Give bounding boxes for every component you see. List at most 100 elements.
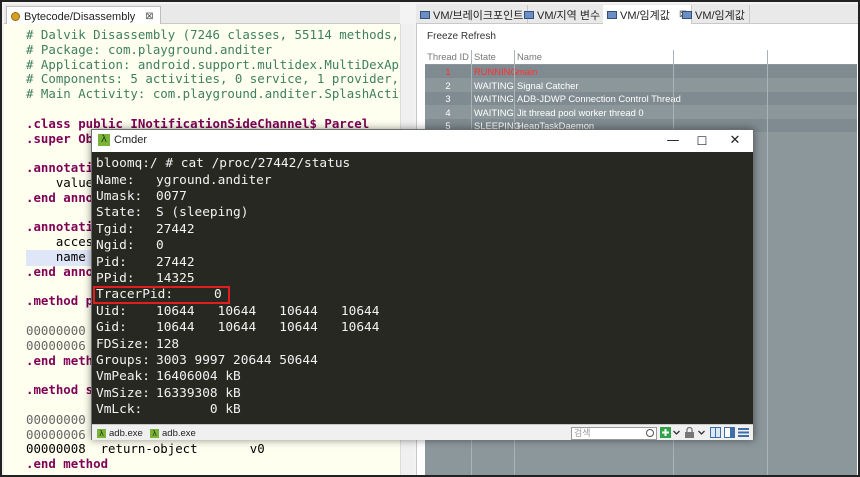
code-line: .end annot	[26, 189, 101, 205]
header-thread-id[interactable]: Thread ID	[425, 50, 471, 63]
window-title: Cmder	[114, 134, 148, 146]
window-layout-icon[interactable]	[724, 427, 735, 438]
code-line: name =	[26, 249, 101, 264]
split-view-icon[interactable]	[710, 427, 721, 438]
status-field-value: 0 kB	[156, 402, 241, 418]
vm-icon	[607, 10, 617, 19]
close-button[interactable]: ✕	[723, 133, 747, 149]
console-tab-2[interactable]: λ adb.exe	[150, 426, 196, 440]
status-field-key: PPid:	[96, 270, 135, 286]
status-field-key: Groups:	[96, 352, 150, 368]
status-field-value: 27442	[156, 254, 195, 270]
code-line: 00000000	[26, 411, 86, 427]
status-field-key: Uid:	[96, 303, 127, 319]
code-line: .end metho	[26, 352, 101, 368]
code-line: 00000008 return-object v0	[26, 441, 265, 457]
status-field-value: S (sleeping)	[156, 205, 249, 221]
code-line: # Main Activity: com.playground.anditer.…	[26, 86, 400, 102]
code-line: # Application: android.support.multidex.…	[26, 56, 400, 72]
code-line: .method st	[26, 382, 101, 398]
tab-label: VM/임계값	[695, 9, 745, 22]
code-line: 00000006	[26, 426, 86, 442]
status-field-value: 10644 10644 10644 10644	[156, 320, 380, 336]
status-field-value: yground.anditer	[156, 172, 272, 188]
terminal-console[interactable]: bloomq:/ # cat /proc/27442/status Name: y…	[92, 152, 753, 424]
status-field-value: 0077	[156, 188, 187, 204]
code-line: .end method	[26, 456, 109, 472]
header-name[interactable]: Name	[517, 50, 542, 63]
status-field-key: State:	[96, 205, 143, 221]
thread-state-cell: RUNNING	[474, 66, 518, 77]
thread-row[interactable]: 1 RUNNING main	[425, 65, 857, 78]
column-divider	[767, 50, 768, 475]
thread-row[interactable]: 4 WAITING Jit thread pool worker thread 0	[425, 106, 857, 119]
console-tab-label: adb.exe	[109, 427, 143, 439]
thread-id-cell: 4	[445, 106, 451, 118]
status-field-key: Ngid:	[96, 238, 135, 254]
thread-id-cell: 2	[445, 79, 451, 91]
new-console-icon[interactable]	[660, 427, 671, 438]
tab-label: VM/지역 변수	[537, 9, 601, 22]
thread-state-cell: WAITING	[474, 93, 514, 104]
tab-vm-breakpoints[interactable]: VM/브레이크포인트	[416, 5, 529, 24]
thread-name-cell: Jit thread pool worker thread 0	[517, 106, 644, 118]
status-field-key: Name:	[96, 172, 135, 188]
cmder-title-bar[interactable]: λ Cmder — ☐ ✕	[92, 130, 753, 152]
tab-label: VM/임계값	[620, 9, 670, 22]
code-line: # Components: 5 activities, 0 service, 1…	[26, 71, 400, 87]
vm-icon	[420, 10, 430, 19]
status-field-value: 14325	[156, 270, 195, 286]
tab-label: VM/브레이크포인트	[433, 9, 524, 22]
status-field-value: 0	[156, 238, 164, 254]
screenshot-frame: Bytecode/Disassembly ⊠ # Dalvik Disassem…	[0, 0, 860, 477]
lock-icon[interactable]	[684, 427, 695, 438]
menu-icon[interactable]	[738, 427, 749, 438]
status-field-key: Tgid:	[96, 221, 135, 237]
vm-tab-bar: VM/브레이크포인트 VM/지역 변수 VM/임계값 ⊠ VM/임계값	[416, 4, 858, 24]
cmder-lambda-icon: λ	[97, 428, 106, 438]
thread-row[interactable]: 2 WAITING Signal Catcher	[425, 79, 857, 92]
search-icon[interactable]	[646, 429, 654, 437]
code-line: # Package: com.playground.anditer	[26, 41, 273, 57]
code-line: .method pu	[26, 293, 101, 309]
maximize-button[interactable]: ☐	[690, 133, 714, 149]
disassembly-icon	[11, 12, 20, 21]
thread-state-cell: WAITING	[474, 79, 514, 91]
tab-label: Bytecode/Disassembly	[24, 10, 136, 23]
tab-vm-threads[interactable]: VM/임계값	[678, 5, 750, 24]
code-line: .end annot	[26, 263, 101, 279]
code-line: access	[26, 234, 101, 250]
status-field-key: VmPeak:	[96, 369, 150, 385]
thread-row[interactable]: 3 WAITING ADB-JDWP Connection Control Thre…	[425, 92, 857, 105]
header-state[interactable]: State	[474, 50, 496, 63]
console-tab-label: adb.exe	[162, 427, 196, 439]
code-line: .annotatio	[26, 219, 101, 235]
status-field-value: 27442	[156, 221, 195, 237]
status-field-key: VmSize:	[96, 385, 150, 401]
vm-icon	[524, 10, 534, 19]
cmder-window[interactable]: λ Cmder — ☐ ✕ bloomq:/ # cat /proc/27442…	[91, 129, 754, 440]
status-field-value: 3003 9997 20644 50644	[156, 352, 318, 368]
chevron-down-icon[interactable]	[673, 427, 680, 438]
status-field-key: VmLck:	[96, 402, 143, 418]
search-input[interactable]: 검색	[571, 427, 657, 440]
code-line: value	[26, 175, 94, 190]
thread-state-cell: WAITING	[474, 106, 514, 118]
status-field-key: Gid:	[96, 320, 127, 336]
threads-toolbar[interactable]: Freeze Refresh	[427, 31, 496, 42]
tab-bytecode-disassembly[interactable]: Bytecode/Disassembly ⊠	[6, 6, 161, 24]
status-field-value: 10644 10644 10644 10644	[156, 303, 380, 319]
code-line: # Dalvik Disassembly (7246 classes, 5511…	[26, 27, 400, 42]
minimize-button[interactable]: —	[661, 133, 685, 149]
tab-vm-local-variables[interactable]: VM/지역 변수	[520, 5, 606, 24]
code-line: .super Obj	[26, 130, 101, 146]
cmder-lambda-icon: λ	[98, 134, 110, 146]
thread-name-cell: Signal Catcher	[517, 79, 579, 91]
chevron-down-icon[interactable]	[698, 427, 705, 438]
thread-name-cell: main	[517, 66, 538, 77]
status-field-value: 16339308 kB	[156, 385, 241, 401]
close-icon[interactable]: ⊠	[145, 11, 153, 22]
console-tab-1[interactable]: λ adb.exe	[97, 426, 143, 440]
thread-id-cell: 1	[445, 66, 451, 77]
status-field-key: Pid:	[96, 254, 127, 270]
